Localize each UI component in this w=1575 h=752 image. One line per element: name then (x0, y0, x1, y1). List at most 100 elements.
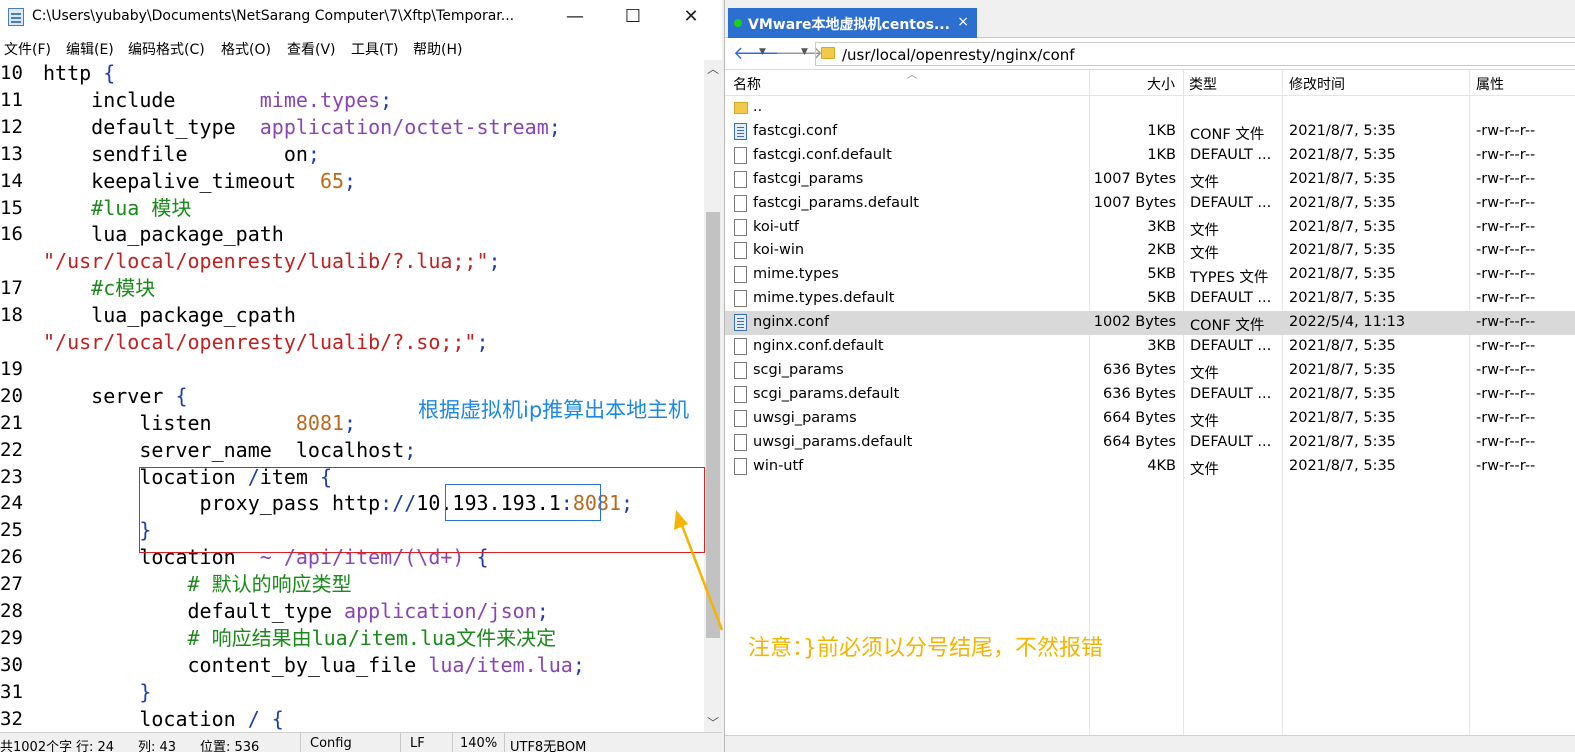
code-token: include (43, 87, 260, 112)
xftp-horizontal-scrollbar[interactable] (725, 735, 1575, 752)
file-modified: 2021/8/7, 5:35 (1289, 338, 1396, 354)
file-row[interactable]: fastcgi_params 1007 Bytes 文件 2021/8/7, 5:35… (725, 168, 1575, 192)
line-number: 31 (0, 680, 23, 703)
file-row[interactable]: uwsgi_params.default 664 Bytes DEFAULT ...… (725, 431, 1575, 455)
code-text: include mime.types; (43, 87, 392, 114)
file-icon (734, 338, 747, 355)
file-attributes: -rw-r--r-- (1476, 194, 1536, 211)
code-line[interactable]: "/usr/local/openresty/lualib/?.lua;;"; (0, 248, 704, 275)
column-type[interactable]: 类型 (1189, 74, 1217, 94)
path-input[interactable]: /usr/local/openresty/nginx/conf (815, 42, 1575, 66)
close-button[interactable]: ✕ (662, 0, 720, 34)
code-token: ; (380, 87, 393, 112)
code-text: lua_package_path (43, 221, 284, 248)
file-attributes: -rw-r--r-- (1476, 146, 1536, 163)
column-modified[interactable]: 修改时间 (1289, 74, 1345, 94)
code-token: on (283, 141, 308, 166)
code-line[interactable]: 10 http { (0, 60, 704, 87)
file-modified: 2021/8/7, 5:35 (1289, 409, 1396, 426)
editor-title-bar[interactable]: C:\Users\yubaby\Documents\NetSarang Comp… (0, 0, 722, 34)
code-token: { (103, 61, 116, 85)
code-line[interactable]: 11 include mime.types; (0, 87, 704, 114)
code-line[interactable]: 19 (0, 356, 704, 383)
scroll-down-arrow-icon[interactable]: ﹀ (704, 714, 722, 732)
file-attributes: -rw-r--r-- (1476, 338, 1536, 354)
status-encoding: UTF8无BOM (510, 740, 587, 752)
forward-dropdown-icon[interactable]: ▼ (801, 47, 808, 57)
column-attributes[interactable]: 属性 (1476, 74, 1504, 94)
menu-tools[interactable]: 工具(T) (351, 39, 398, 59)
file-icon (734, 218, 747, 236)
file-row[interactable]: scgi_params 636 Bytes 文件 2021/8/7, 5:35 -rw-… (725, 359, 1575, 383)
code-line[interactable]: 17 #c模块 (0, 275, 704, 302)
code-line[interactable]: 15 #lua 模块 (0, 195, 704, 222)
code-token: ; (344, 168, 357, 193)
sort-ascending-icon: ︿ (907, 70, 917, 81)
file-type: 文件 (1190, 222, 1219, 239)
code-token: 65 (319, 168, 345, 193)
file-name: scgi_params.default (753, 385, 900, 402)
file-name: .. (753, 99, 763, 115)
maximize-button[interactable]: ☐ (604, 0, 662, 34)
column-name[interactable]: 名称 (733, 74, 761, 94)
folder-icon (821, 47, 835, 59)
file-row[interactable]: nginx.conf.default 3KB DEFAULT ... 2021/8/7… (725, 335, 1575, 359)
tab-close-icon[interactable]: × (957, 14, 969, 30)
file-row[interactable]: nginx.conf 1002 Bytes CONF 文件 2022/5/4, 11:… (725, 311, 1575, 336)
file-row[interactable]: fastcgi.conf 1KB CONF 文件 2021/8/7, 5:35 -rw-… (725, 120, 1575, 144)
file-row[interactable]: koi-win 2KB 文件 2021/8/7, 5:35 -rw-r--r-- (725, 239, 1575, 263)
code-line[interactable]: 29 # 响应结果由lua/item.lua文件来决定 (0, 625, 704, 652)
line-number: 20 (0, 384, 23, 407)
code-text: # 响应结果由lua/item.lua文件来决定 (43, 625, 556, 652)
file-modified: 2021/8/7, 5:35 (1289, 457, 1396, 474)
code-token: application/octet-stream (259, 114, 549, 139)
file-row[interactable]: fastcgi_params.default 1007 Bytes DEFAULT … (725, 192, 1575, 216)
code-line[interactable]: 14 keepalive_timeout 65; (0, 168, 704, 195)
code-line[interactable]: 13 sendfile on; (0, 141, 704, 168)
code-line[interactable]: 22 server_name localhost; (0, 437, 704, 464)
file-row[interactable]: mime.types.default 5KB DEFAULT ... 2021/8/7… (725, 287, 1575, 311)
menu-encoding[interactable]: 编码格式(C) (128, 39, 205, 59)
menu-view[interactable]: 查看(V) (287, 39, 336, 59)
menu-edit[interactable]: 编辑(E) (66, 39, 114, 59)
code-line[interactable]: 31 } (0, 679, 704, 706)
file-name: koi-win (753, 242, 805, 259)
file-size: 636 Bytes (1103, 385, 1176, 402)
file-attributes: -rw-r--r-- (1476, 290, 1536, 307)
file-row[interactable]: fastcgi.conf.default 1KB DEFAULT ... 2021/8… (725, 144, 1575, 168)
minimize-button[interactable]: — (546, 0, 604, 34)
menu-help[interactable]: 帮助(H) (413, 39, 462, 59)
file-row[interactable]: win-utf 4KB 文件 2021/8/7, 5:35 -rw-r--r-- (725, 455, 1575, 479)
line-number: 14 (0, 169, 23, 192)
column-size[interactable]: 大小 (1147, 74, 1175, 94)
code-line[interactable]: 28 default_type application/json; (0, 598, 704, 625)
file-type: 文件 (1190, 413, 1219, 430)
code-token: ; (536, 599, 549, 623)
file-row[interactable]: .. (725, 96, 1575, 120)
scroll-up-arrow-icon[interactable]: ︿ (704, 60, 722, 78)
code-line[interactable]: "/usr/local/openresty/lualib/?.so;;"; (0, 329, 704, 356)
code-line[interactable]: 30 content_by_lua_file lua/item.lua; (0, 652, 704, 679)
file-type: DEFAULT ... (1190, 194, 1272, 211)
file-name: fastcgi.conf.default (753, 146, 892, 163)
code-line[interactable]: 32 location / { (0, 706, 704, 732)
session-tab[interactable]: VMware本地虚拟机centos... × (728, 8, 977, 38)
code-text: http { (43, 60, 115, 87)
menu-file[interactable]: 文件(F) (4, 39, 51, 59)
file-attributes: -rw-r--r-- (1476, 409, 1536, 426)
file-row[interactable]: uwsgi_params 664 Bytes 文件 2021/8/7, 5:35 -rw… (725, 407, 1575, 431)
file-row[interactable]: mime.types 5KB TYPES 文件 2021/8/7, 5:35 -rw-r… (725, 263, 1575, 287)
code-token: #c模块 (43, 276, 156, 301)
back-dropdown-icon[interactable]: ▼ (759, 47, 766, 57)
file-row[interactable]: koi-utf 3KB 文件 2021/8/7, 5:35 -rw-r--r-- (725, 216, 1575, 240)
code-line[interactable]: 18 lua_package_cpath (0, 302, 704, 329)
line-number: 22 (0, 438, 23, 461)
code-line[interactable]: 16 lua_package_path (0, 221, 704, 248)
code-token: 8081 (295, 410, 345, 435)
file-icon (734, 266, 747, 284)
code-line[interactable]: 27 # 默认的响应类型 (0, 571, 704, 598)
menu-format[interactable]: 格式(O) (221, 39, 271, 59)
code-line[interactable]: 12 default_type application/octet-stream… (0, 114, 704, 141)
file-row[interactable]: scgi_params.default 636 Bytes DEFAULT ... 2… (725, 383, 1575, 407)
status-word-count: 共1002个字 (0, 740, 73, 752)
